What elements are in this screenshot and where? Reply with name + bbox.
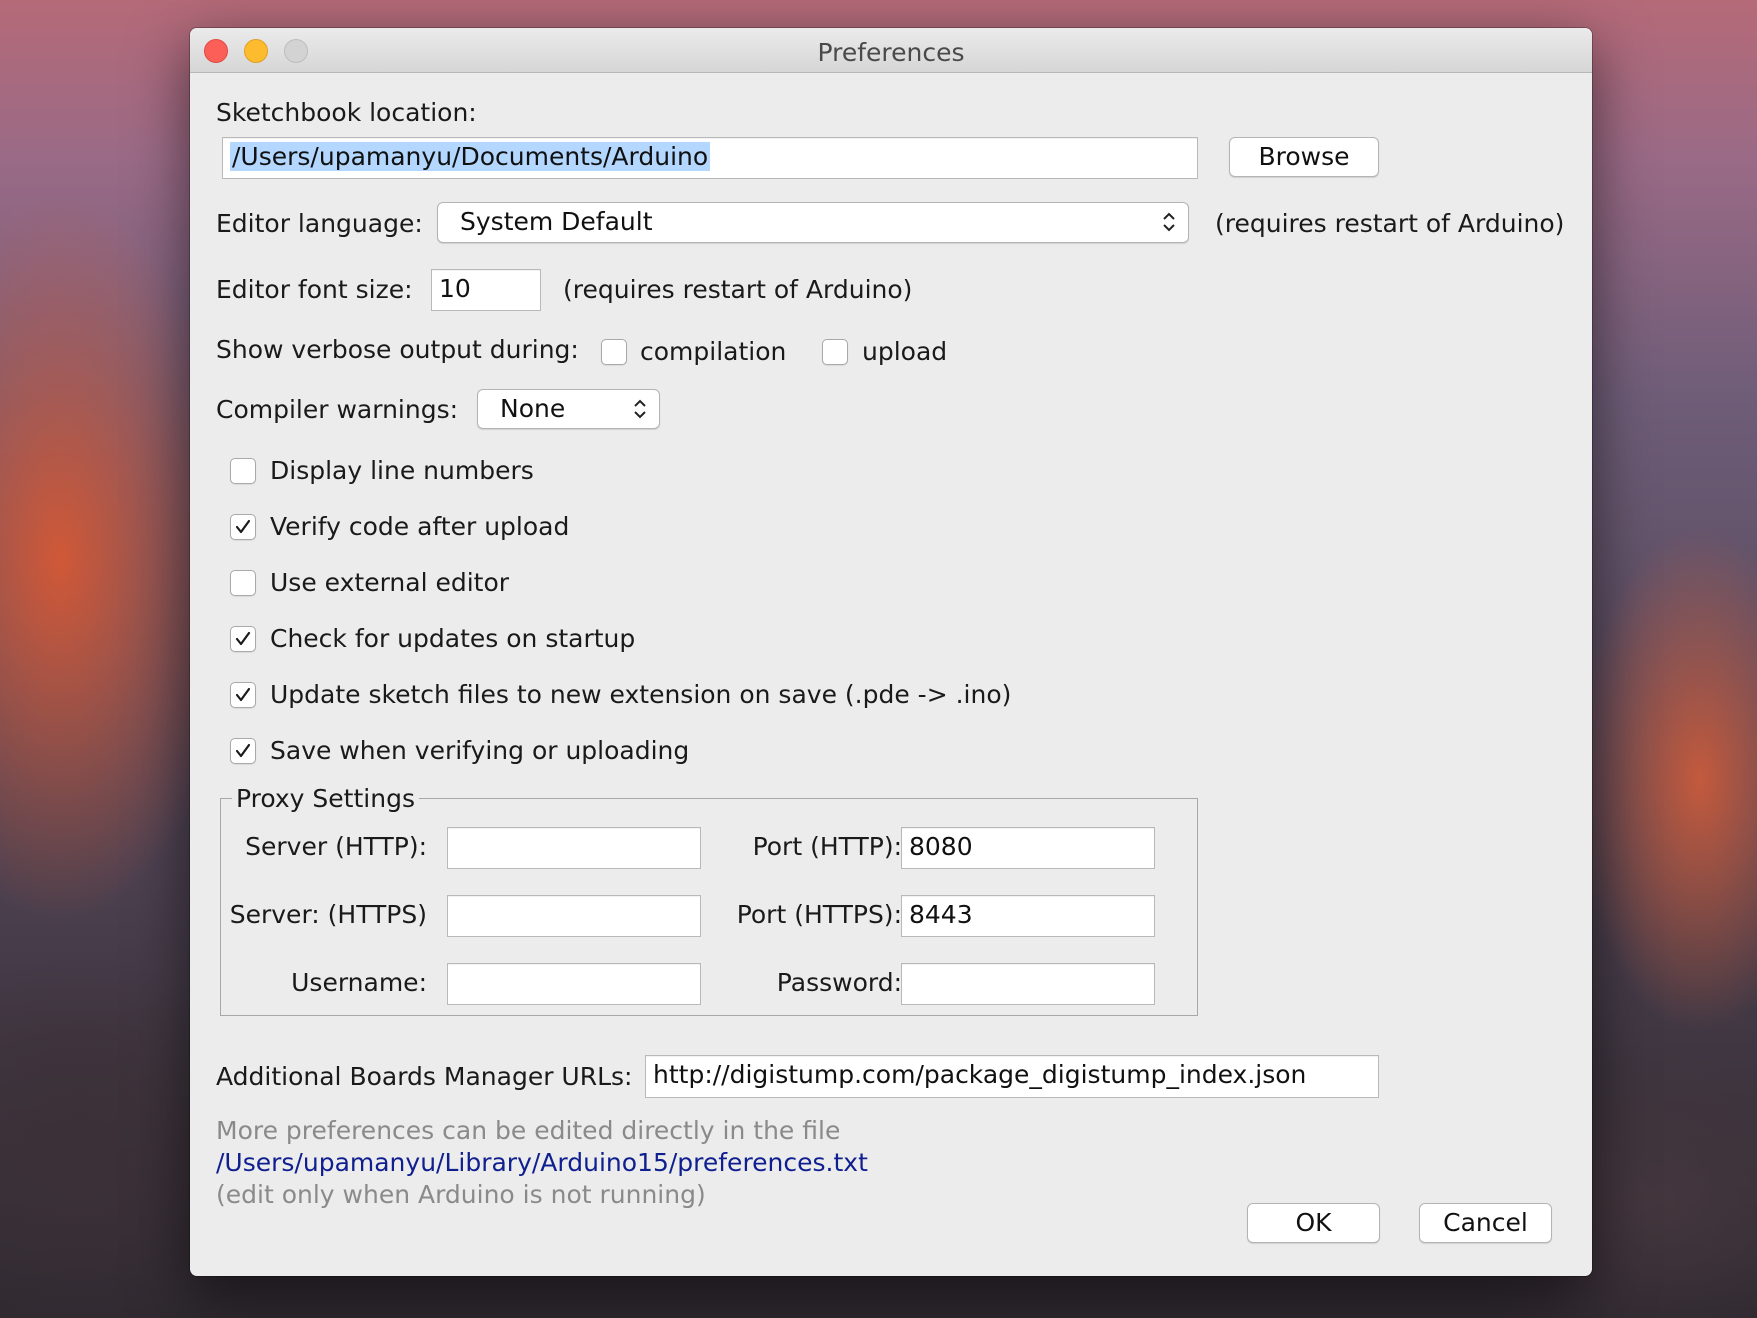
sketchbook-location-value: /Users/upamanyu/Documents/Arduino — [230, 142, 711, 171]
sketchbook-label: Sketchbook location: — [216, 98, 477, 127]
preferences-dialog: Preferences Sketchbook location: /Users/… — [190, 28, 1592, 1276]
external-editor-label: Use external editor — [270, 568, 510, 597]
port-https-label: Port (HTTPS): — [736, 900, 902, 929]
update-extension-checkbox[interactable] — [230, 682, 256, 708]
cancel-button[interactable]: Cancel — [1419, 1203, 1552, 1243]
proxy-settings-title: Proxy Settings — [232, 784, 419, 814]
preferences-file-link[interactable]: /Users/upamanyu/Library/Arduino15/prefer… — [216, 1148, 868, 1178]
ok-button[interactable]: OK — [1247, 1203, 1380, 1243]
verify-code-checkbox[interactable] — [230, 514, 256, 540]
editor-language-label: Editor language: — [216, 209, 423, 238]
checkmark-icon — [235, 519, 251, 534]
check-updates-label: Check for updates on startup — [270, 624, 636, 653]
editor-language-note: (requires restart of Arduino) — [1215, 209, 1565, 238]
upload-checkbox[interactable] — [822, 339, 848, 365]
display-line-numbers-label: Display line numbers — [270, 456, 534, 485]
font-size-input[interactable]: 10 — [431, 269, 541, 311]
boards-manager-label: Additional Boards Manager URLs: — [216, 1062, 633, 1091]
port-http-input[interactable]: 8080 — [901, 827, 1155, 869]
compiler-warnings-value: None — [500, 394, 566, 423]
font-size-note: (requires restart of Arduino) — [563, 275, 913, 304]
server-http-input[interactable] — [447, 827, 701, 869]
update-extension-label: Update sketch files to new extension on … — [270, 680, 1012, 709]
checkmark-icon — [235, 743, 251, 758]
compiler-warnings-select[interactable]: None — [477, 389, 660, 429]
title-bar: Preferences — [190, 28, 1592, 73]
verbose-output-label: Show verbose output during: — [216, 335, 579, 364]
updown-arrows-icon — [634, 399, 646, 419]
updown-arrows-icon — [1163, 212, 1175, 232]
sketchbook-location-input[interactable]: /Users/upamanyu/Documents/Arduino — [222, 137, 1198, 179]
font-size-label: Editor font size: — [216, 275, 413, 304]
save-when-verifying-label: Save when verifying or uploading — [270, 736, 690, 765]
port-http-label: Port (HTTP): — [752, 832, 902, 861]
boards-manager-urls-input[interactable]: http://digistump.com/package_digistump_i… — [645, 1055, 1379, 1098]
password-input[interactable] — [901, 963, 1155, 1005]
compilation-checkbox[interactable] — [601, 339, 627, 365]
username-label: Username: — [291, 968, 427, 997]
server-https-label: Server: (HTTPS) — [229, 900, 427, 929]
port-https-input[interactable]: 8443 — [901, 895, 1155, 937]
server-https-input[interactable] — [447, 895, 701, 937]
editor-language-value: System Default — [460, 207, 653, 236]
window-title: Preferences — [817, 38, 965, 67]
editor-language-select[interactable]: System Default — [437, 202, 1189, 243]
upload-label: upload — [862, 337, 948, 366]
compiler-warnings-label: Compiler warnings: — [216, 395, 459, 424]
password-label: Password: — [776, 968, 902, 997]
checkmark-icon — [235, 687, 251, 702]
footer-info-text: More preferences can be edited directly … — [216, 1116, 841, 1145]
compilation-label: compilation — [640, 337, 787, 366]
username-input[interactable] — [447, 963, 701, 1005]
external-editor-checkbox[interactable] — [230, 570, 256, 596]
check-updates-checkbox[interactable] — [230, 626, 256, 652]
display-line-numbers-checkbox[interactable] — [230, 458, 256, 484]
browse-button[interactable]: Browse — [1229, 137, 1379, 177]
footer-note-text: (edit only when Arduino is not running) — [216, 1180, 706, 1209]
save-when-verifying-checkbox[interactable] — [230, 738, 256, 764]
checkmark-icon — [235, 631, 251, 646]
verify-code-label: Verify code after upload — [270, 512, 570, 541]
server-http-label: Server (HTTP): — [245, 832, 427, 861]
